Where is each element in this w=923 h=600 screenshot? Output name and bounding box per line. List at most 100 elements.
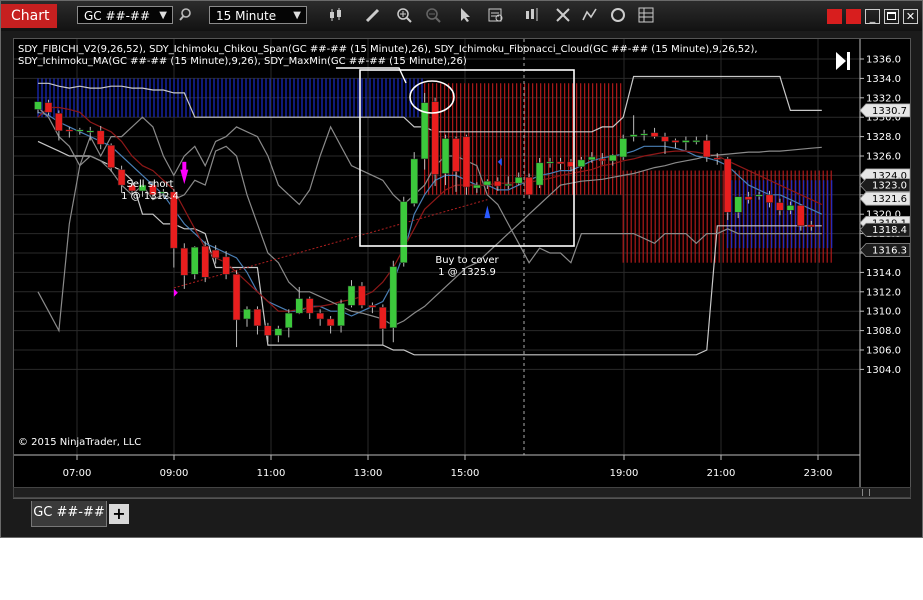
candle-body [609, 154, 617, 162]
chart-style-icon[interactable] [523, 6, 541, 24]
close-icon[interactable]: ✕ [903, 9, 918, 24]
candle-body [243, 309, 251, 320]
horizontal-scrollbar[interactable] [13, 487, 911, 498]
candle-body [723, 158, 732, 213]
candle-body [671, 140, 680, 143]
add-tab-button[interactable]: + [109, 504, 129, 524]
y-tick-label: 1314.0 [866, 268, 901, 279]
y-tick-label: 1312.0 [866, 287, 901, 298]
candle-body [797, 205, 805, 227]
candle-body [379, 307, 387, 329]
candle-body [577, 159, 586, 167]
y-tick-label: 1336.0 [866, 55, 901, 66]
reload-icon[interactable] [609, 6, 627, 24]
tab-instrument[interactable]: GC ##-## [31, 501, 107, 527]
candle-body [504, 183, 512, 186]
y-tick-label: 1332.0 [866, 93, 901, 104]
zoom-in-icon[interactable] [395, 6, 413, 24]
x-tick-label: 11:00 [257, 468, 286, 479]
zoom-out-icon[interactable] [424, 6, 442, 24]
y-tick-label: 1334.0 [866, 74, 901, 85]
chevron-down-icon: ▼ [159, 10, 167, 21]
chart-panel[interactable]: Sell short 1 @ 1312.4 Buy to cover 1 @ 1325… [13, 38, 911, 499]
maximize-icon[interactable] [884, 9, 899, 24]
y-tick-label: 1304.0 [866, 365, 901, 376]
candle-body [316, 312, 324, 320]
buy-arrow [484, 205, 491, 219]
candle-body [400, 201, 408, 263]
x-tick-label: 21:00 [707, 468, 736, 479]
scroll-thumb[interactable] [862, 489, 870, 496]
price-marker-label: 1316.3 [872, 246, 907, 257]
candle-body [274, 328, 283, 336]
candle-body [588, 156, 596, 161]
pencil-icon[interactable] [364, 6, 382, 24]
sell-arrow-stem [182, 161, 187, 170]
candle-body [776, 202, 784, 211]
title-bar: Chart GC ##-## ▼ 15 Minute ▼ _ ✕ [1, 1, 922, 31]
candle-body [619, 138, 627, 158]
price-marker-label: 1318.4 [872, 225, 907, 236]
candle-body [410, 158, 418, 204]
indicator-label: SDY_FIBICHI_V2(9,26,52), SDY_Ichimoku_Ch… [18, 44, 758, 67]
data-box-icon[interactable] [487, 6, 505, 24]
candle-body [326, 318, 335, 326]
candle-body [191, 246, 199, 275]
candle-body [629, 134, 638, 137]
candle-body [514, 177, 523, 184]
candle-body [734, 196, 742, 213]
price-chart[interactable]: Sell short1 @ 1312.4 Buy to cover1 @ 1325… [14, 39, 910, 498]
minimize-icon[interactable]: _ [865, 9, 880, 24]
candle-body [462, 136, 471, 188]
search-icon[interactable] [177, 6, 195, 24]
instrument-value: GC ##-## [84, 9, 151, 23]
x-tick-label: 23:00 [804, 468, 833, 479]
candle-body [180, 247, 189, 276]
interval-selector[interactable]: 15 Minute ▼ [209, 6, 307, 24]
candle-body [34, 101, 42, 110]
x-tick-label: 19:00 [610, 468, 639, 479]
candle-body [755, 194, 763, 197]
instrument-selector[interactable]: GC ##-## ▼ [77, 6, 173, 24]
window-title: Chart [1, 4, 57, 28]
buy-fill: 1 @ 1325.9 [438, 267, 496, 278]
candle-body [525, 177, 533, 196]
candle-body [65, 129, 74, 132]
candle-body [786, 205, 795, 211]
candle-body [765, 194, 774, 203]
indicator-line [37, 106, 823, 312]
sell-arrow [180, 169, 189, 185]
candle-body [305, 298, 314, 314]
candle-body [556, 161, 565, 165]
restore-alt-icon[interactable] [846, 9, 861, 24]
bar-type-icon[interactable] [327, 6, 345, 24]
sell-fill: 1 @ 1312.4 [121, 191, 179, 202]
candle-body [232, 274, 241, 321]
candle-body [117, 169, 126, 186]
play-icon[interactable] [834, 50, 852, 72]
tab-bar: GC ##-## + [1, 499, 922, 537]
price-marker-label: 1323.0 [872, 181, 907, 192]
candle-body [253, 309, 262, 327]
indicator-line [38, 75, 822, 133]
candle-body [807, 224, 816, 228]
x-tick-label: 09:00 [160, 468, 189, 479]
candle-body [337, 303, 345, 327]
candle-body [692, 140, 701, 143]
minimize-alt-icon[interactable] [827, 9, 842, 24]
interval-value: 15 Minute [216, 9, 277, 23]
candle-body [682, 140, 690, 143]
buy-entry-marker [497, 157, 502, 166]
candle-body [494, 180, 502, 187]
y-tick-label: 1306.0 [866, 346, 901, 357]
candle-body [44, 102, 53, 113]
properties-icon[interactable] [554, 6, 572, 24]
candle-body [222, 256, 230, 275]
grid-menu-icon[interactable] [637, 6, 655, 24]
candle-body [107, 145, 115, 168]
price-marker-label: 1330.7 [872, 106, 907, 117]
indicators-icon[interactable] [581, 6, 599, 24]
pointer-icon[interactable] [456, 6, 474, 24]
copyright: © 2015 NinjaTrader, LLC [18, 437, 142, 448]
candle-body [744, 196, 753, 200]
